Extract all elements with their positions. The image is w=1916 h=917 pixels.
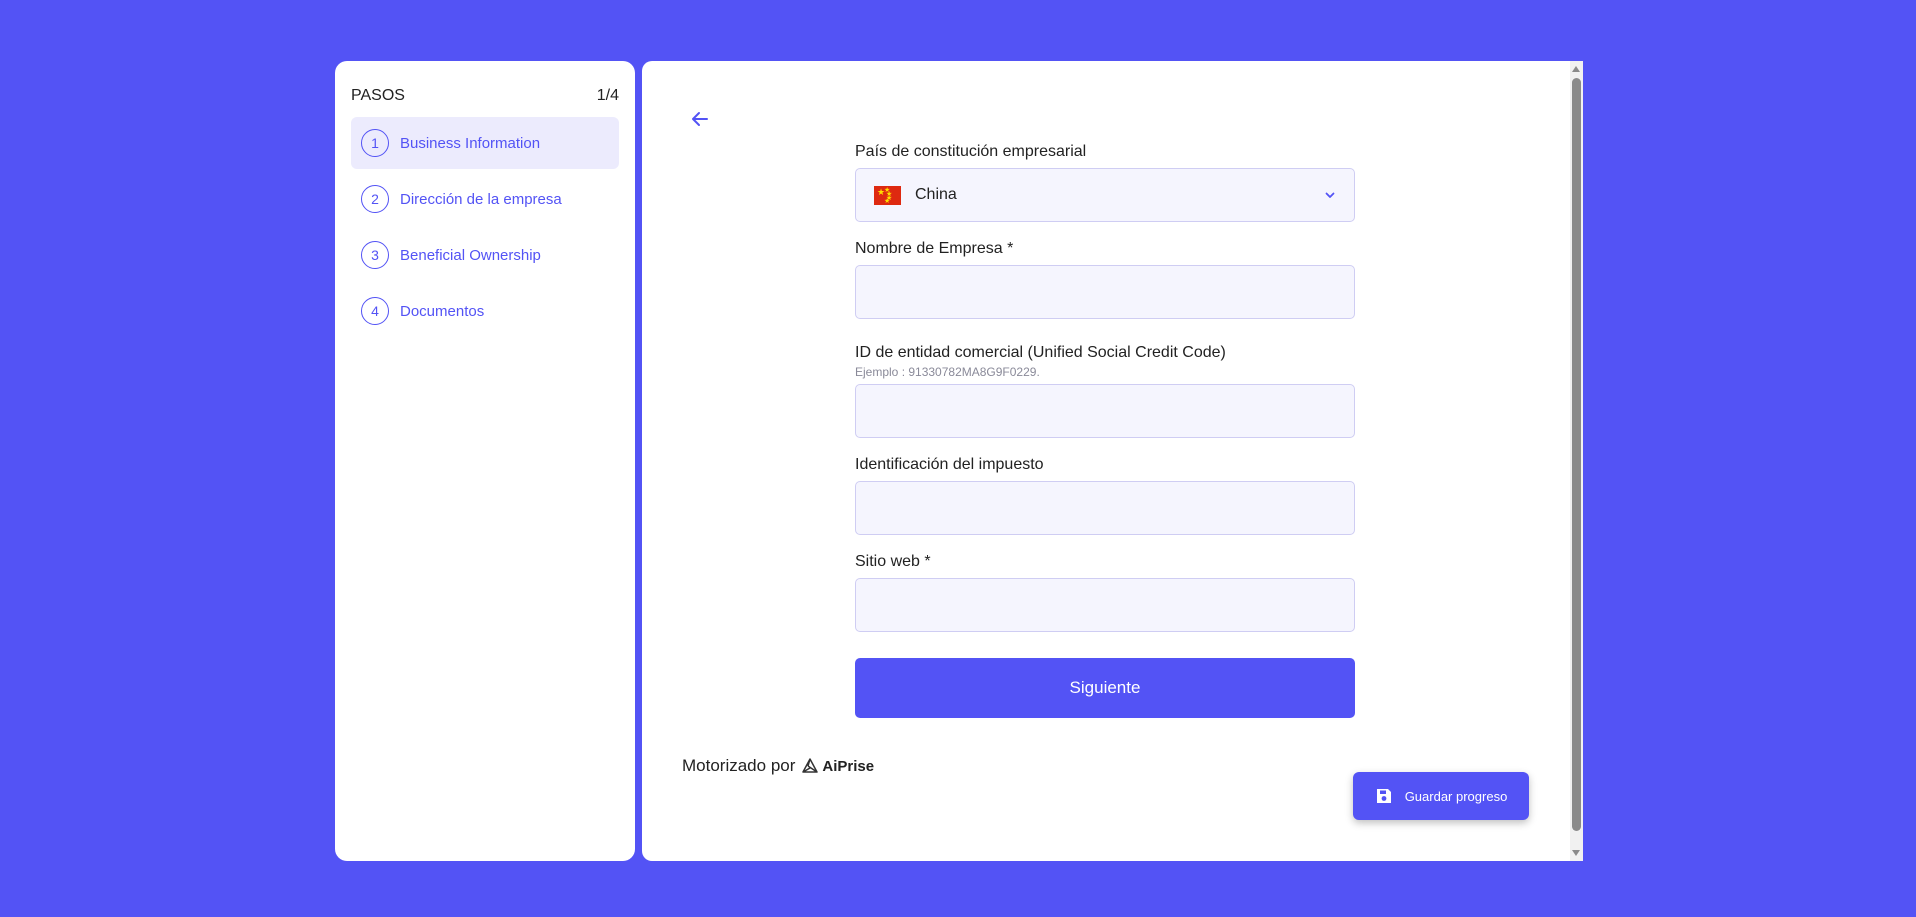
scroll-down-arrow-icon[interactable] (1572, 850, 1580, 856)
tax-id-group: Identificación del impuesto (855, 456, 1355, 535)
back-button[interactable] (686, 105, 714, 133)
step-company-address[interactable]: 2 Dirección de la empresa (351, 173, 619, 225)
entity-id-hint: Ejemplo : 91330782MA8G9F0229. (855, 365, 1040, 379)
website-group: Sitio web * (855, 553, 1355, 632)
powered-label: Motorizado por (682, 756, 796, 775)
step-number: 4 (361, 297, 389, 325)
steps-sidebar: PASOS 1/4 1 Business Information 2 Direc… (335, 61, 635, 861)
tax-id-input[interactable] (855, 481, 1355, 535)
save-progress-button[interactable]: Guardar progreso (1353, 772, 1529, 820)
entity-id-group: ID de entidad comercial (Unified Social … (855, 344, 1355, 438)
scrollbar[interactable] (1570, 61, 1583, 861)
next-button[interactable]: Siguiente (855, 658, 1355, 718)
step-label: Business Information (400, 134, 541, 152)
country-group: País de constitución empresarial ★ ★ ★ ★… (855, 143, 1355, 222)
website-input[interactable] (855, 578, 1355, 632)
website-label: Sitio web * (855, 553, 931, 570)
scroll-thumb[interactable] (1572, 78, 1581, 831)
step-label: Documentos (400, 302, 485, 320)
entity-id-label: ID de entidad comercial (Unified Social … (855, 344, 1226, 361)
floppy-disk-icon (1376, 789, 1391, 803)
step-number: 2 (361, 185, 389, 213)
steps-progress: 1/4 (596, 87, 619, 104)
china-flag-icon: ★ ★ ★ ★ ★ (874, 185, 901, 205)
tax-id-label: Identificación del impuesto (855, 456, 1044, 473)
company-name-label: Nombre de Empresa * (855, 240, 1014, 257)
chevron-down-icon (1325, 192, 1335, 198)
arrow-left-icon (692, 112, 708, 126)
step-beneficial-ownership[interactable]: 3 Beneficial Ownership (351, 229, 619, 281)
country-label: País de constitución empresarial (855, 143, 1087, 160)
brand-logo: AiPrise (797, 757, 874, 775)
save-progress-label: Guardar progreso (1404, 788, 1508, 804)
step-number: 1 (361, 129, 389, 157)
country-select[interactable]: ★ ★ ★ ★ ★ China (855, 168, 1355, 222)
step-number: 3 (361, 241, 389, 269)
business-info-form: País de constitución empresarial ★ ★ ★ ★… (855, 143, 1355, 718)
scroll-up-arrow-icon[interactable] (1572, 66, 1580, 72)
company-name-group: Nombre de Empresa * (855, 240, 1355, 319)
step-label: Dirección de la empresa (400, 190, 562, 208)
step-business-information[interactable]: 1 Business Information (351, 117, 619, 169)
form-panel: País de constitución empresarial ★ ★ ★ ★… (642, 61, 1583, 861)
powered-by: Motorizado por AiPrise (682, 756, 874, 776)
entity-id-input[interactable] (855, 384, 1355, 438)
sidebar-header: PASOS 1/4 (351, 87, 619, 105)
steps-title: PASOS (351, 87, 405, 104)
brand-name: AiPrise (822, 757, 875, 775)
aiprise-logo-icon (802, 758, 819, 773)
country-selected: ★ ★ ★ ★ ★ China (874, 185, 957, 205)
country-value: China (915, 186, 957, 203)
company-name-input[interactable] (855, 265, 1355, 319)
step-documents[interactable]: 4 Documentos (351, 285, 619, 337)
step-label: Beneficial Ownership (400, 246, 541, 264)
